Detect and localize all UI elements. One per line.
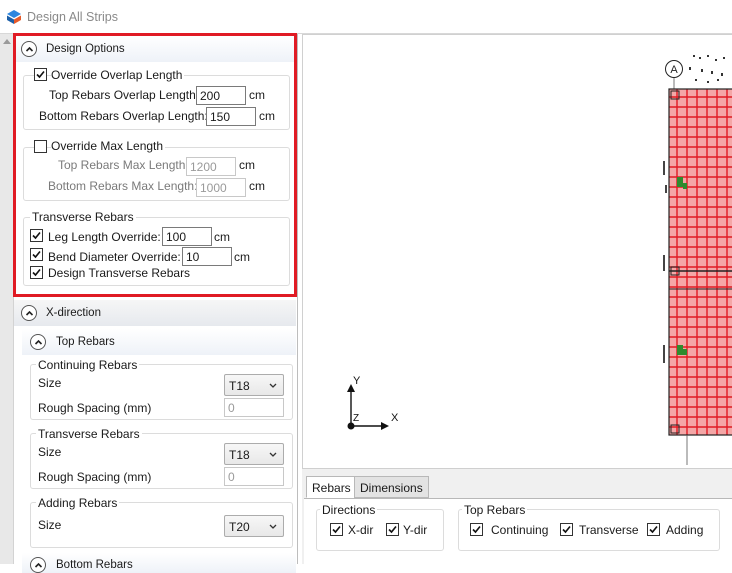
transverse-spacing-label: Rough Spacing (mm) bbox=[38, 470, 152, 484]
y-dir-checkbox[interactable] bbox=[386, 523, 399, 536]
adding-size-value: T20 bbox=[229, 520, 250, 534]
plan-view[interactable]: A Y X Z bbox=[303, 35, 732, 469]
chevron-down-icon bbox=[269, 452, 277, 457]
continuing-spacing-label: Rough Spacing (mm) bbox=[38, 401, 152, 415]
continuing-size-value: T18 bbox=[229, 379, 250, 393]
x-direction-header[interactable]: X-direction bbox=[14, 300, 296, 326]
transverse-size-select[interactable]: T18 bbox=[224, 443, 284, 465]
directions-title: Directions bbox=[320, 503, 378, 517]
x-dir-label: X-dir bbox=[348, 523, 374, 537]
slab-strips[interactable] bbox=[669, 89, 732, 435]
continuing-size-label: Size bbox=[38, 376, 62, 390]
transverse-filter-checkbox[interactable] bbox=[560, 523, 573, 536]
tab-rebars[interactable]: Rebars bbox=[306, 476, 357, 498]
adding-filter-checkbox[interactable] bbox=[647, 523, 660, 536]
chevron-down-icon bbox=[269, 524, 277, 529]
transverse-spacing-input[interactable]: 0 bbox=[224, 467, 284, 486]
axis-z-label: Z bbox=[353, 413, 359, 424]
tab-content: Directions X-dir Y-dir Top Rebars Contin… bbox=[304, 498, 732, 565]
adding-size-select[interactable]: T20 bbox=[224, 515, 284, 537]
transverse-size-label: Size bbox=[38, 445, 62, 459]
scroll-up-icon[interactable] bbox=[2, 37, 12, 45]
transverse-filter-label: Transverse bbox=[579, 523, 639, 537]
collapse-chevron-icon[interactable] bbox=[30, 334, 46, 350]
continuing-rebars-title: Continuing Rebars bbox=[36, 358, 140, 372]
collapse-chevron-icon[interactable] bbox=[21, 305, 37, 321]
transverse-rebars-subtitle: Transverse Rebars bbox=[36, 427, 142, 441]
collapse-chevron-icon[interactable] bbox=[30, 557, 46, 573]
continuing-filter-checkbox[interactable] bbox=[470, 523, 483, 536]
highlight-box bbox=[13, 33, 297, 297]
dimension-marks bbox=[689, 55, 725, 83]
adding-size-label: Size bbox=[38, 518, 62, 532]
top-rebars-filter-title: Top Rebars bbox=[462, 503, 528, 517]
top-rebars-header[interactable]: Top Rebars bbox=[22, 329, 296, 355]
app-logo-icon bbox=[6, 9, 22, 25]
chevron-down-icon bbox=[269, 383, 277, 388]
top-rebars-title: Top Rebars bbox=[56, 336, 115, 348]
x-dir-checkbox[interactable] bbox=[330, 523, 343, 536]
axis-x-label: X bbox=[391, 412, 399, 424]
adding-rebars-title: Adding Rebars bbox=[36, 496, 120, 510]
window-title: Design All Strips bbox=[27, 10, 119, 24]
x-direction-title: X-direction bbox=[46, 307, 101, 319]
adding-filter-label: Adding bbox=[666, 523, 704, 537]
continuing-size-select[interactable]: T18 bbox=[224, 374, 284, 396]
y-dir-label: Y-dir bbox=[403, 523, 428, 537]
title-bar: Design All Strips bbox=[0, 0, 732, 34]
side-annotations bbox=[663, 161, 667, 363]
grid-bubble-label: A bbox=[670, 64, 678, 76]
bottom-options-panel: Rebars Dimensions Directions X-dir Y-dir… bbox=[302, 468, 732, 565]
left-splitter[interactable] bbox=[0, 34, 14, 564]
continuing-spacing-input[interactable]: 0 bbox=[224, 398, 284, 417]
continuing-filter-label: Continuing bbox=[491, 523, 549, 537]
tab-dimensions[interactable]: Dimensions bbox=[354, 476, 429, 498]
bottom-rebars-title: Bottom Rebars bbox=[56, 559, 133, 571]
transverse-size-value: T18 bbox=[229, 448, 250, 462]
drawing-canvas[interactable]: A Y X Z bbox=[302, 34, 732, 468]
axis-y-label: Y bbox=[353, 375, 361, 387]
bottom-rebars-header[interactable]: Bottom Rebars bbox=[22, 553, 296, 573]
